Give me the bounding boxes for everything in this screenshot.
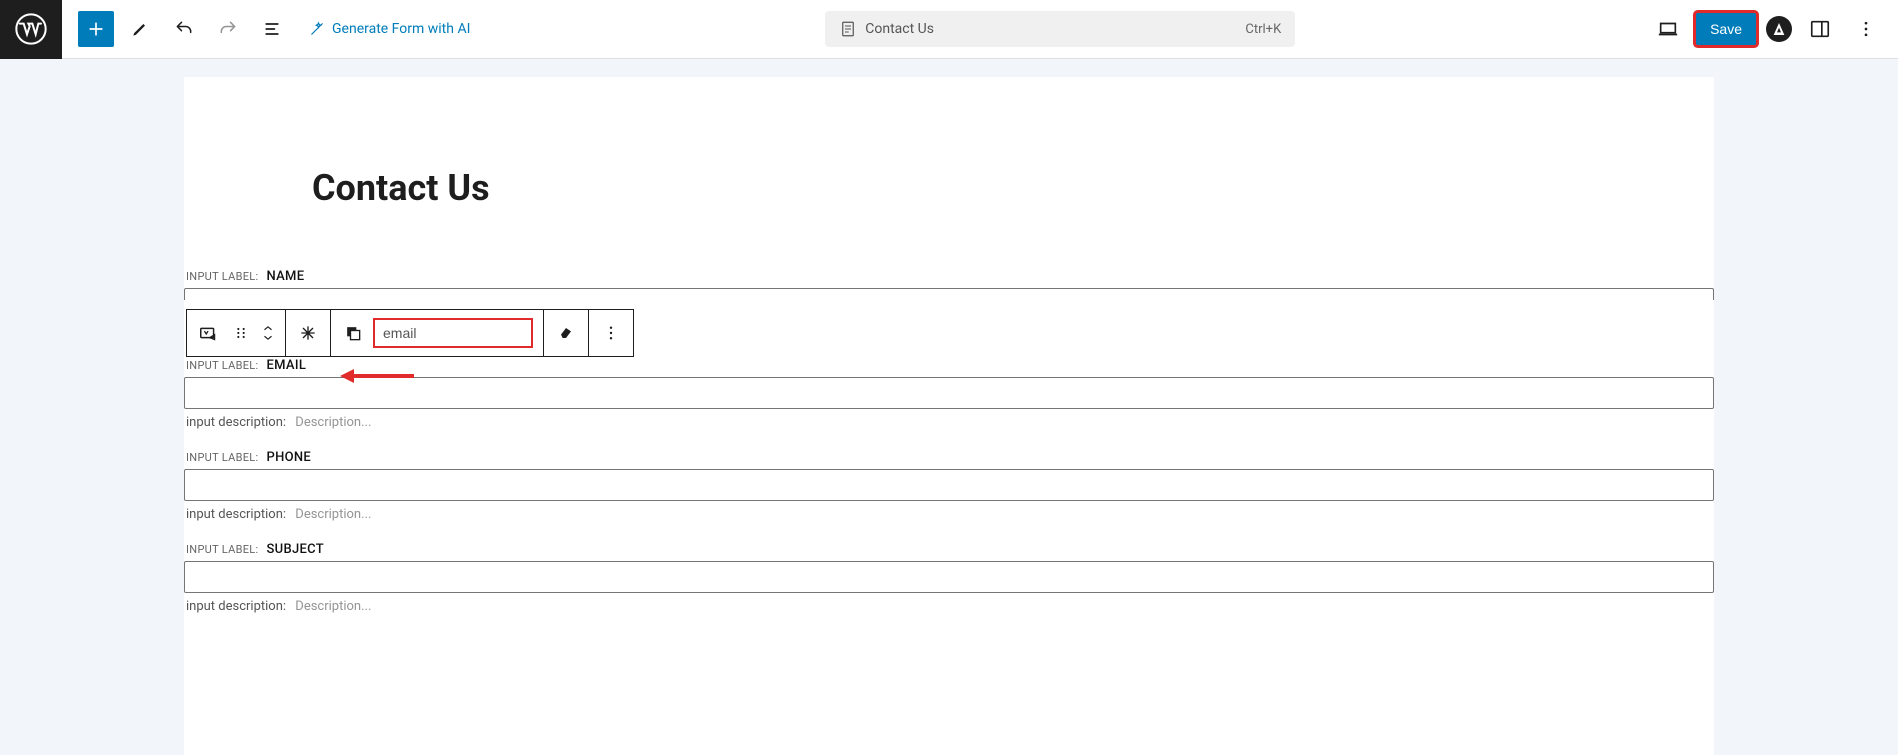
right-tools: Save <box>1650 11 1898 47</box>
command-shortcut: Ctrl+K <box>1245 22 1281 37</box>
name-input[interactable] <box>184 288 1714 300</box>
view-device-button[interactable] <box>1650 11 1686 47</box>
input-desc-prefix: input description: <box>186 507 286 522</box>
undo-button[interactable] <box>166 11 202 47</box>
redo-button[interactable] <box>210 11 246 47</box>
wordpress-icon <box>15 13 47 45</box>
save-button[interactable]: Save <box>1696 13 1756 45</box>
more-vertical-icon <box>1856 19 1876 39</box>
block-type-icon[interactable] <box>197 321 221 345</box>
left-tools: Generate Form with AI <box>62 11 470 47</box>
desc-placeholder[interactable]: Description... <box>295 599 371 614</box>
settings-panel-button[interactable] <box>1802 11 1838 47</box>
editor-canvas-wrap: Contact Us INPUT LABEL: NAME <box>0 59 1898 755</box>
input-label-prefix: INPUT LABEL: <box>186 451 258 464</box>
wordpress-logo[interactable] <box>0 0 62 59</box>
clear-icon[interactable] <box>554 321 578 345</box>
form-area: INPUT LABEL: NAME <box>184 269 1714 614</box>
desc-placeholder[interactable]: Description... <box>295 507 371 522</box>
chevron-up-icon[interactable] <box>261 323 275 333</box>
input-label-prefix: INPUT LABEL: <box>186 270 258 283</box>
field-label[interactable]: NAME <box>266 269 304 284</box>
center-area: Contact Us Ctrl+K <box>470 11 1650 47</box>
input-label-prefix: INPUT LABEL: <box>186 543 258 556</box>
subject-input[interactable] <box>184 561 1714 593</box>
editor-canvas: Contact Us INPUT LABEL: NAME <box>184 77 1714 755</box>
phone-input[interactable] <box>184 469 1714 501</box>
ai-link-label: Generate Form with AI <box>332 21 470 37</box>
required-icon[interactable] <box>296 321 320 345</box>
pencil-icon <box>130 19 150 39</box>
magic-wand-icon <box>308 20 326 38</box>
redo-icon <box>218 19 238 39</box>
chevron-down-icon[interactable] <box>261 333 275 343</box>
drag-handle-icon[interactable] <box>229 321 253 345</box>
field-block-phone: INPUT LABEL: PHONE input description: De… <box>184 450 1714 522</box>
desc-placeholder[interactable]: Description... <box>295 415 371 430</box>
list-view-icon <box>262 19 282 39</box>
generate-form-ai-link[interactable]: Generate Form with AI <box>308 20 470 38</box>
document-bar[interactable]: Contact Us Ctrl+K <box>825 11 1295 47</box>
desktop-icon <box>1657 18 1679 40</box>
document-title: Contact Us <box>865 21 934 37</box>
block-more-icon[interactable] <box>599 321 623 345</box>
add-block-button[interactable] <box>78 11 114 47</box>
block-toolbar <box>186 309 634 357</box>
input-desc-prefix: input description: <box>186 415 286 430</box>
tools-button[interactable] <box>122 11 158 47</box>
field-block-email: INPUT LABEL: EMAIL input description: De… <box>184 306 1714 430</box>
field-block-subject: INPUT LABEL: SUBJECT input description: … <box>184 542 1714 614</box>
page-icon <box>839 20 857 38</box>
field-block-name: INPUT LABEL: NAME <box>184 269 1714 300</box>
block-type-input[interactable] <box>373 318 533 348</box>
annotation-arrow <box>340 369 414 383</box>
plus-icon <box>86 19 106 39</box>
page-title[interactable]: Contact Us <box>312 167 1714 209</box>
astra-icon[interactable] <box>1766 16 1792 42</box>
document-overview-button[interactable] <box>254 11 290 47</box>
undo-icon <box>174 19 194 39</box>
field-label[interactable]: PHONE <box>266 450 311 465</box>
input-label-prefix: INPUT LABEL: <box>186 359 258 372</box>
duplicate-icon[interactable] <box>341 321 365 345</box>
field-label[interactable]: EMAIL <box>266 358 306 373</box>
options-button[interactable] <box>1848 11 1884 47</box>
top-toolbar: Generate Form with AI Contact Us Ctrl+K … <box>0 0 1898 59</box>
input-desc-prefix: input description: <box>186 599 286 614</box>
panel-icon <box>1809 18 1831 40</box>
field-label[interactable]: SUBJECT <box>266 542 323 557</box>
move-arrows[interactable] <box>261 323 275 343</box>
